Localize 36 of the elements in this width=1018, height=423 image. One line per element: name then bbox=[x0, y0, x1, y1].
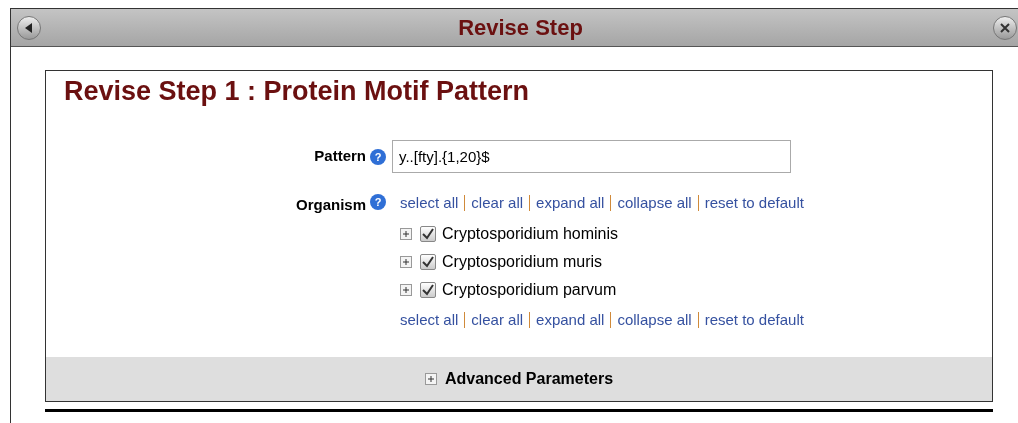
tree-action-link[interactable]: collapse all bbox=[617, 192, 692, 215]
tree-action-link[interactable]: expand all bbox=[536, 192, 605, 215]
field-label: Organism bbox=[295, 195, 366, 215]
expand-icon[interactable] bbox=[400, 283, 412, 296]
tree-action-link[interactable]: select all bbox=[400, 192, 459, 215]
advanced-parameters-bar[interactable]: Advanced Parameters bbox=[46, 357, 992, 401]
check-icon bbox=[422, 255, 434, 268]
help-icon[interactable]: ? bbox=[370, 194, 386, 210]
tree-action-link[interactable]: clear all bbox=[471, 192, 524, 215]
organism-label: Cryptosporidium muris bbox=[442, 251, 603, 272]
left-arrow-icon bbox=[25, 23, 33, 33]
organism-label: Cryptosporidium parvum bbox=[442, 279, 617, 300]
tree-action-link[interactable]: expand all bbox=[536, 308, 605, 331]
field-label: Pattern bbox=[314, 146, 366, 167]
pattern-field[interactable]: y..[fty].{1,20}$ bbox=[392, 140, 791, 173]
tree-action-link[interactable]: clear all bbox=[471, 308, 524, 331]
tree-action-link[interactable]: reset to default bbox=[704, 192, 804, 215]
close-button[interactable] bbox=[993, 16, 1017, 40]
expand-icon[interactable] bbox=[424, 373, 437, 385]
checkbox[interactable] bbox=[420, 253, 436, 270]
tree-action-link[interactable]: collapse all bbox=[617, 308, 692, 331]
step-heading: Revise Step 1 : Protein Motif Pattern bbox=[63, 75, 531, 108]
tree-action-link[interactable]: select all bbox=[400, 308, 459, 331]
close-icon bbox=[1000, 23, 1010, 33]
expand-icon[interactable] bbox=[400, 227, 412, 240]
dialog-title: Revise Step bbox=[458, 14, 583, 42]
advanced-parameters-label: Advanced Parameters bbox=[444, 369, 614, 389]
organism-label: Cryptosporidium hominis bbox=[442, 223, 619, 244]
checkbox[interactable] bbox=[420, 225, 436, 242]
check-icon bbox=[422, 227, 434, 240]
help-icon[interactable]: ? bbox=[370, 148, 386, 165]
back-button[interactable] bbox=[17, 16, 41, 40]
tree-action-link[interactable]: reset to default bbox=[704, 308, 804, 331]
expand-icon[interactable] bbox=[400, 255, 412, 268]
check-icon bbox=[422, 283, 434, 296]
checkbox[interactable] bbox=[420, 281, 436, 298]
